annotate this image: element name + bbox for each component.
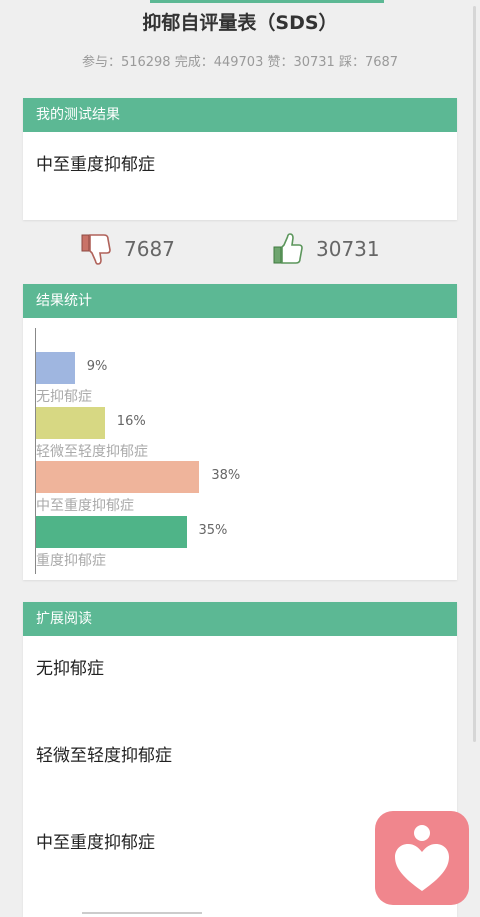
chart-category-label: 重度抑郁症 [36, 552, 106, 569]
chart-value-label: 9% [86, 359, 108, 374]
scrollbar[interactable] [473, 6, 476, 742]
chart-bar [36, 461, 200, 493]
chart-value-label: 38% [211, 468, 241, 483]
stats-card: 结果统计 9% 无抑郁症 16% 轻微至轻度抑郁症 38% 中至重度抑郁症 35% 重度抑郁症 [23, 284, 457, 580]
stats-card-header: 结果统计 [23, 284, 457, 318]
participation-stats: 参与：516298 完成：449703 赞：30731 踩：7687 [81, 55, 399, 70]
like-button[interactable]: 30731 [272, 232, 380, 266]
chart-category-label: 中至重度抑郁症 [36, 498, 134, 514]
like-count: 30731 [316, 237, 380, 261]
result-card-header: 我的测试结果 [23, 98, 457, 132]
chart-bar [36, 515, 187, 548]
top-accent-bar [150, 0, 384, 3]
chart-bar [36, 406, 105, 439]
dislike-count: 7687 [124, 237, 175, 261]
thumbs-down-icon [81, 234, 111, 265]
chart-category-label: 无抑郁症 [36, 389, 92, 405]
thumbs-up-icon [273, 233, 303, 264]
reading-item-moderate[interactable]: 中至重度抑郁症 [36, 828, 155, 853]
reading-item-none[interactable]: 无抑郁症 [36, 654, 104, 679]
result-text: 中至重度抑郁症 [36, 155, 155, 175]
floating-heart-button[interactable] [375, 811, 469, 905]
reading-item-mild[interactable]: 轻微至轻度抑郁症 [36, 741, 172, 766]
heart-person-icon [395, 825, 449, 891]
result-card: 我的测试结果 中至重度抑郁症 [23, 98, 457, 220]
chart-value-label: 35% [198, 522, 228, 538]
dislike-button[interactable]: 7687 [80, 232, 175, 266]
reading-card-header: 扩展阅读 [23, 602, 457, 636]
chart-category-label: 轻微至轻度抑郁症 [36, 443, 148, 460]
bottom-divider [82, 912, 202, 914]
chart-bar [36, 352, 75, 384]
chart-value-label: 16% [116, 413, 146, 429]
page-title: 抑郁自评量表（SDS） [142, 12, 338, 34]
